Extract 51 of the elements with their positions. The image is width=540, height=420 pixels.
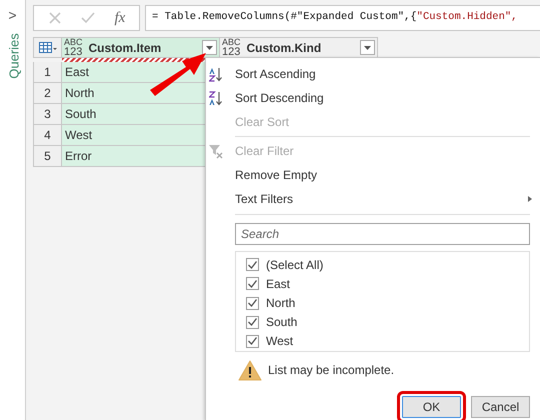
cancel-icon xyxy=(48,11,62,25)
table-icon xyxy=(38,42,56,54)
filter-dropdown-button[interactable] xyxy=(202,40,217,55)
checkbox[interactable] xyxy=(246,316,259,329)
function-label: fx xyxy=(114,8,126,28)
checkbox[interactable] xyxy=(246,277,259,290)
check-icon xyxy=(248,318,257,326)
row-number: 5 xyxy=(33,146,62,167)
caret-icon xyxy=(364,46,371,50)
checkbox-label: South xyxy=(266,314,298,332)
menu-item[interactable]: Remove Empty xyxy=(235,166,318,184)
column-name: Custom.Item xyxy=(88,40,162,56)
row-number: 2 xyxy=(33,83,62,104)
type-label: ABC xyxy=(64,38,83,47)
sort-descending-icon xyxy=(208,90,222,106)
row-number: 4 xyxy=(33,125,62,146)
caret-icon xyxy=(206,46,213,50)
checkbox-label: East xyxy=(266,276,290,293)
checkbox-label: (Select All) xyxy=(266,256,324,274)
check-icon xyxy=(81,11,96,25)
search-field[interactable]: Search xyxy=(235,223,530,245)
sort-ascending-icon xyxy=(208,66,222,82)
type-label: 123 xyxy=(64,47,83,57)
check-icon xyxy=(248,280,257,288)
clear-filter-icon xyxy=(208,144,222,158)
checkbox-label: West xyxy=(266,333,294,350)
menu-item[interactable]: Text Filters xyxy=(235,190,294,208)
column-name: Custom.Kind xyxy=(246,40,322,56)
warning-icon xyxy=(238,360,262,380)
check-icon xyxy=(248,337,257,346)
row-number: 3 xyxy=(33,104,62,125)
warning-message: List may be incomplete. xyxy=(268,362,394,379)
check-icon xyxy=(248,260,257,269)
checkbox[interactable] xyxy=(246,258,259,272)
pane-title: Queries xyxy=(4,32,22,79)
menu-item[interactable]: Sort Descending xyxy=(235,89,324,107)
type-label: 123 xyxy=(222,47,241,57)
checkbox-label: North xyxy=(266,295,296,312)
annotation-arrow xyxy=(148,52,208,98)
expand-button[interactable]: > xyxy=(8,8,17,22)
checkbox[interactable] xyxy=(246,296,259,310)
menu-item[interactable]: Sort Ascending xyxy=(235,65,316,83)
dialog-button[interactable]: Cancel xyxy=(471,396,530,418)
row-number: 1 xyxy=(33,62,62,83)
formula-field[interactable]: = Table.RemoveColumns(#"Expanded Custom",{"Custom.Hidden", xyxy=(145,5,540,31)
checkbox[interactable] xyxy=(246,334,259,348)
submenu-arrow-icon xyxy=(528,196,532,202)
type-label: ABC xyxy=(222,38,241,47)
check-icon xyxy=(248,299,257,307)
table-menu-button[interactable] xyxy=(33,37,62,58)
filter-dropdown-button[interactable] xyxy=(360,40,375,55)
